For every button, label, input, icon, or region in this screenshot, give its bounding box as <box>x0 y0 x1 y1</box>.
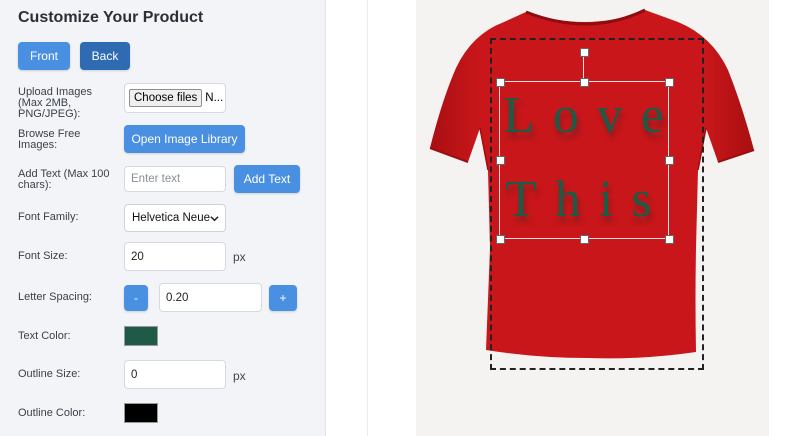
outline-color-label: Outline Color: <box>18 407 86 419</box>
resize-handle-bottom[interactable] <box>580 235 589 244</box>
text-color-label: Text Color: <box>18 330 71 342</box>
resize-handle-right[interactable] <box>665 156 674 165</box>
outline-color-picker[interactable] <box>124 403 158 423</box>
text-color-picker[interactable] <box>124 326 158 346</box>
front-view-button[interactable]: Front <box>18 42 70 70</box>
choose-files-button[interactable]: Choose files <box>129 89 203 107</box>
design-text-line-1[interactable]: Love <box>503 86 682 145</box>
outline-size-input[interactable]: 0 <box>124 360 226 389</box>
letter-spacing-increase-button[interactable]: + <box>269 285 297 311</box>
chevron-down-icon <box>210 216 219 222</box>
letter-spacing-input[interactable]: 0.20 <box>159 283 262 312</box>
add-text-button[interactable]: Add Text <box>234 165 300 193</box>
design-text-line-2[interactable]: This <box>505 170 669 229</box>
customize-panel: Customize Your Product Front Back Upload… <box>0 0 326 436</box>
upload-label: Upload Images (Max 2MB, PNG/JPEG): <box>18 86 92 120</box>
letter-spacing-decrease-button[interactable]: - <box>124 285 148 311</box>
file-status-text: N... <box>205 92 224 104</box>
outline-size-value: 0 <box>131 368 138 381</box>
letter-spacing-value: 0.20 <box>166 291 189 304</box>
open-image-library-button[interactable]: Open Image Library <box>124 125 245 153</box>
resize-handle-left[interactable] <box>496 156 505 165</box>
text-input-placeholder: Enter text <box>131 173 181 185</box>
resize-handle-bottom-right[interactable] <box>665 235 674 244</box>
font-family-select[interactable]: Helvetica Neue <box>124 204 226 232</box>
font-size-unit: px <box>233 250 246 264</box>
font-size-label: Font Size: <box>18 250 68 262</box>
outline-size-label: Outline Size: <box>18 368 81 380</box>
library-label: Browse Free Images: <box>18 128 81 151</box>
add-text-label: Add Text (Max 100 chars): <box>18 168 110 191</box>
font-family-value: Helvetica Neue <box>132 212 210 224</box>
text-input[interactable]: Enter text <box>124 166 226 192</box>
outline-size-unit: px <box>233 369 246 383</box>
font-size-value: 20 <box>131 250 144 263</box>
letter-spacing-label: Letter Spacing: <box>18 291 92 303</box>
font-size-input[interactable]: 20 <box>124 242 226 271</box>
file-upload-input[interactable]: Choose files N... <box>124 83 226 113</box>
resize-handle-bottom-left[interactable] <box>496 235 505 244</box>
rotate-handle[interactable] <box>580 48 589 57</box>
back-view-button[interactable]: Back <box>80 42 130 70</box>
font-family-label: Font Family: <box>18 211 79 223</box>
panel-title: Customize Your Product <box>18 9 204 26</box>
